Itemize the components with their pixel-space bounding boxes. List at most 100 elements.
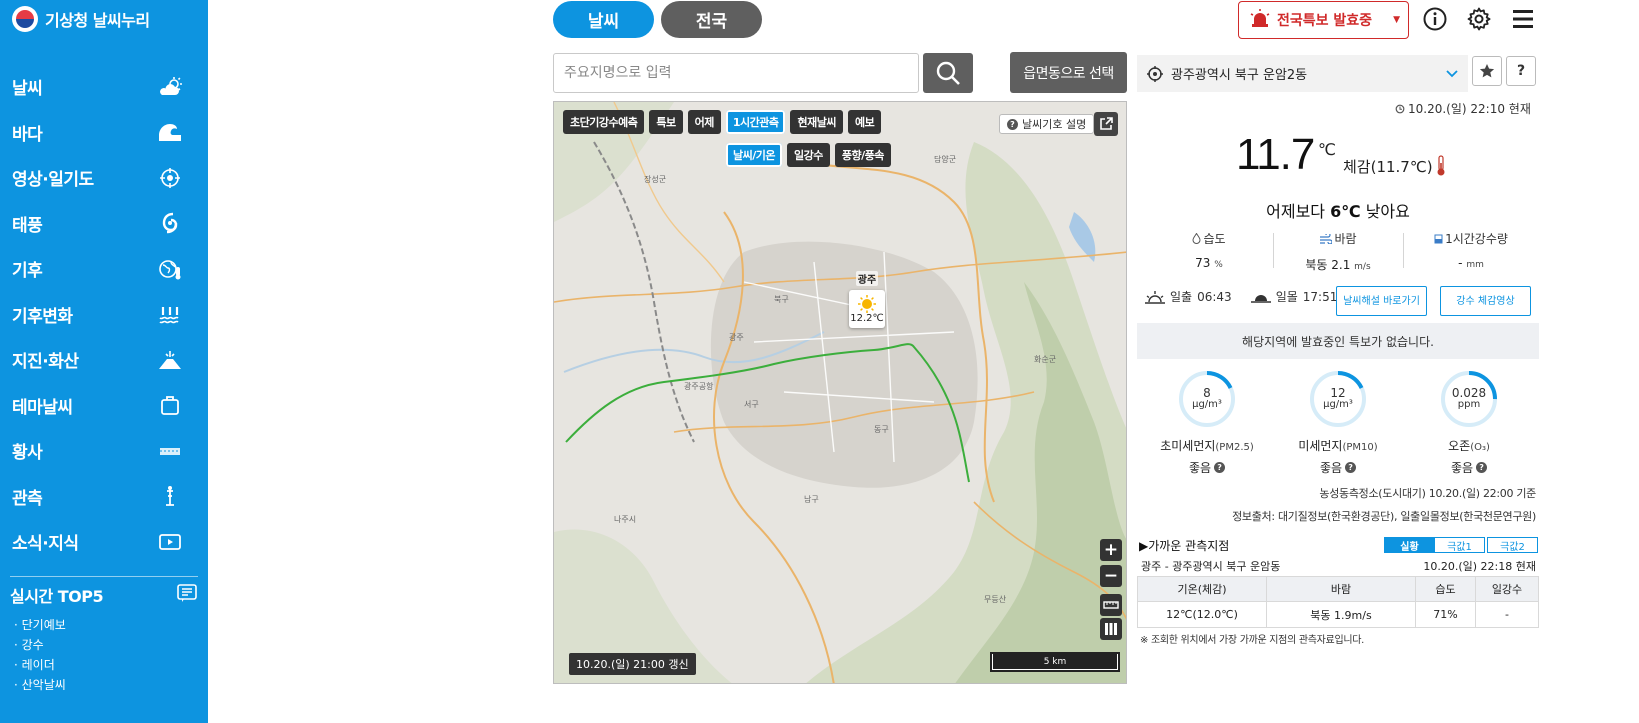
air-gauge: 12 μg/m³ [1308,369,1368,429]
air-sub: (O₃) [1470,442,1490,453]
rain-experience-video-button[interactable]: 강수 체감영상 [1440,286,1531,316]
top5-item[interactable]: · 레이더 [10,655,198,675]
favorite-button[interactable] [1472,56,1502,86]
layers-button[interactable] [1100,618,1122,640]
col-humidity: 습도 [1415,576,1476,602]
air-pm25: 8 μg/m³ 초미세먼지(PM2.5) 좋음? [1147,369,1267,476]
col-temp: 기온(체감) [1137,576,1267,602]
map-btn-forecast[interactable]: 예보 [847,110,882,134]
tab-obs-extreme1[interactable]: 극값1 [1434,537,1485,553]
nav-item-images-charts[interactable]: 영상·일기도 [0,155,208,201]
place-label: 장성군 [644,174,666,184]
rain-value: - [1458,256,1463,270]
map-btn-weather-temp[interactable]: 날씨/기온 [726,143,782,167]
map-scale-bar: 5 km [990,652,1120,672]
info-icon[interactable] [1422,6,1448,32]
nav-item-earthquake-volcano[interactable]: 지진·화산 [0,337,208,383]
air-grade: 좋음 [1319,461,1343,475]
refresh-icon[interactable] [1395,104,1405,114]
zoom-out-button[interactable]: − [1100,565,1122,587]
nav-item-weather[interactable]: 날씨 [0,64,208,110]
location-name: 광주광역시 북구 운암2동 [1171,68,1308,83]
help-button[interactable]: ? [1506,56,1536,86]
table-row: 12℃(12.0℃) 북동 1.9m/s 71% - [1137,601,1539,628]
select-by-area-button[interactable]: 읍면동으로 선택 [1010,52,1127,93]
place-label: 서구 [744,400,759,409]
tab-nation[interactable]: 전국 [661,1,762,38]
external-link-button[interactable] [1094,112,1118,136]
nav-item-observation[interactable]: 관측 [0,474,208,520]
map-btn-current-weather[interactable]: 현재날씨 [790,110,843,134]
map-btn-nowcast[interactable]: 초단기강수예측 [563,110,645,134]
nav-label: 황사 [12,443,43,464]
nav-item-sea[interactable]: 바다 [0,110,208,156]
tab-weather[interactable]: 날씨 [553,1,654,38]
station-marker[interactable]: 광주 12.2℃ [849,268,885,328]
map-layer-buttons: 초단기강수예측 특보 어제 1시간관측 현재날씨 예보 [563,110,882,134]
question-icon[interactable]: ? [1214,462,1226,473]
map-btn-daily-rain[interactable]: 일강수 [787,143,830,167]
air-unit: μg/m³ [1192,399,1222,410]
nav-item-climate-change[interactable]: 기후변화 [0,292,208,338]
air-value: 12 [1330,386,1346,400]
top5-item[interactable]: · 산악날씨 [10,675,198,695]
air-sub: (PM2.5) [1215,442,1254,453]
gear-icon[interactable] [1466,6,1492,32]
dust-icon [156,439,184,463]
place-label: 남구 [804,495,819,504]
cell-temp: 12℃(12.0℃) [1137,601,1267,628]
temperature-unit: ℃ [1318,140,1336,159]
main-nav: 날씨 바다 영상·일기도 태풍 기후 기후변화 지진·화산 테마날씨 황사 관측… [0,64,208,565]
sunrise-time: 06:43 [1197,289,1232,304]
place-label: 무등산 [984,594,1007,604]
tab-obs-extreme2[interactable]: 극값2 [1487,537,1538,553]
marker-city: 광주 [855,271,879,286]
location-selector[interactable]: 광주광역시 북구 운암2동 [1137,55,1468,92]
brand[interactable]: 기상청 날씨누리 [12,6,150,32]
siren-icon [1249,9,1271,31]
map-btn-warning[interactable]: 특보 [649,110,683,134]
weather-symbol-legend-button[interactable]: ? 날씨기호 설명 [999,114,1095,134]
top5-item[interactable]: · 강수 [10,635,198,655]
rain-gauge-icon [1434,234,1443,243]
brand-name: 기상청 날씨누리 [45,11,150,30]
nav-label: 기후변화 [12,306,73,327]
search-input[interactable] [553,53,919,93]
nav-item-news-knowledge[interactable]: 소식·지식 [0,519,208,565]
air-value: 8 [1203,386,1211,400]
question-icon: ? [1007,118,1018,130]
nav-item-typhoon[interactable]: 태풍 [0,201,208,247]
alert-label: 전국특보 발효중 [1277,13,1373,29]
weather-commentary-button[interactable]: 날씨해설 바로가기 [1336,286,1427,316]
air-name: 초미세먼지 [1160,439,1216,453]
map-btn-hourly-obs[interactable]: 1시간관측 [725,110,786,134]
weather-map[interactable]: 광주 광주공항 서구 남구 북구 동구 장성군 담양군 화순군 나주시 무등산 초단기강수예측 특보… [553,101,1127,684]
wind-icon [1320,233,1333,244]
map-btn-wind[interactable]: 풍향/풍속 [834,143,891,167]
map-btn-yesterday[interactable]: 어제 [687,110,721,134]
col-wind: 바람 [1266,576,1416,602]
question-icon[interactable]: ? [1476,462,1488,473]
search-button[interactable] [923,53,973,93]
obs-station: 광주 - 광주광역시 북구 운암동 [1141,560,1281,573]
ruler-icon [1103,601,1119,609]
tab-obs-current[interactable]: 실황 [1384,537,1435,553]
menu-icon[interactable] [1510,6,1536,32]
star-icon [1479,64,1495,78]
nav-item-climate[interactable]: 기후 [0,246,208,292]
nav-item-theme-weather[interactable]: 테마날씨 [0,383,208,429]
sunrise-sunset: 일출 06:43 일몰 17:51 [1145,288,1337,305]
ruler-button[interactable] [1100,594,1122,616]
rain-unit: mm [1466,260,1484,270]
nationwide-alert-button[interactable]: 전국특보 발효중 ▼ [1238,1,1409,39]
zoom-in-button[interactable]: + [1100,539,1122,561]
top5-item[interactable]: · 단기예보 [10,615,198,635]
feels-like: 체감(11.7℃) [1343,155,1447,177]
realtime-top5: 실시간 TOP5 · 단기예보 · 강수 · 레이더 · 산악날씨 [10,576,198,695]
question-icon[interactable]: ? [1345,462,1357,473]
nav-label: 소식·지식 [12,534,79,555]
obs-footnote: ※ 조회한 위치에서 가장 가까운 지점의 관측자료입니다. [1140,635,1365,646]
nav-item-yellow-dust[interactable]: 황사 [0,428,208,474]
list-icon[interactable] [176,583,198,607]
air-grade: 좋음 [1450,461,1474,475]
